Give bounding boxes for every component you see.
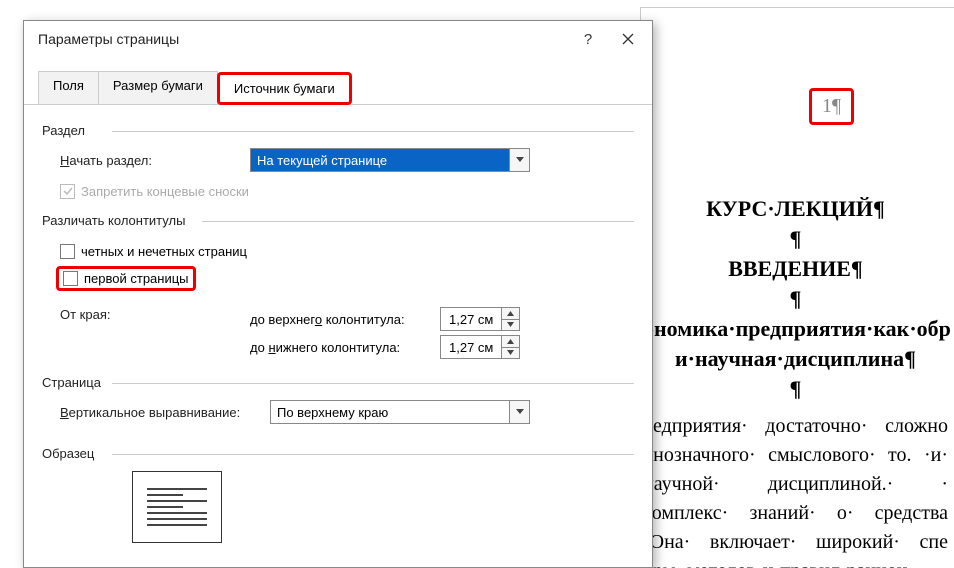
checkbox-box — [60, 184, 75, 199]
help-button[interactable]: ? — [568, 23, 608, 55]
chevron-down-icon — [509, 401, 529, 423]
doc-pilcrow-2: ¶ — [643, 286, 948, 312]
footer-distance-label: до нижнего колонтитула: — [250, 340, 440, 355]
valign-row: Вертикальное выравнивание: По верхнему к… — [60, 400, 634, 424]
group-preview: Образец — [42, 446, 634, 461]
section-start-label: Начать раздел: — [60, 153, 250, 168]
section-start-row: Начать раздел: На текущей странице — [60, 148, 634, 172]
spin-down-button[interactable] — [502, 348, 519, 359]
first-page-checkbox[interactable]: первой страницы — [63, 271, 189, 286]
odd-even-label: четных и нечетных страниц — [81, 244, 247, 259]
section-start-value: На текущей странице — [251, 149, 509, 171]
header-distance-input[interactable] — [441, 308, 501, 330]
doc-heading-3a: ономика·предприятия·как·обр — [643, 316, 948, 342]
check-icon — [63, 184, 73, 199]
group-section: Раздел — [42, 123, 634, 138]
suppress-endnotes-checkbox: Запретить концевые сноски — [60, 184, 249, 199]
chevron-down-icon — [509, 149, 529, 171]
page-number: 1¶ — [822, 95, 841, 117]
document-page: 1¶ КУРС·ЛЕКЦИЙ¶ ¶ ВВЕДЕНИЕ¶ ¶ ономика·пр… — [640, 7, 954, 568]
group-headers: Различать колонтитулы — [42, 213, 634, 228]
doc-heading-3b: и·научная·дисциплина¶ — [643, 346, 948, 372]
valign-label: Вертикальное выравнивание: — [60, 405, 270, 420]
header-distance-row: до верхнего колонтитула: — [250, 307, 520, 331]
spin-down-button[interactable] — [502, 320, 519, 331]
spin-up-button[interactable] — [502, 308, 519, 320]
page-number-highlight: 1¶ — [809, 88, 854, 125]
valign-value: По верхнему краю — [271, 405, 509, 420]
from-edge-label: От края: — [60, 303, 250, 322]
footer-distance-spinner[interactable] — [440, 335, 520, 359]
doc-pilcrow-1: ¶ — [643, 226, 948, 252]
header-distance-label: до верхнего колонтитула: — [250, 312, 440, 327]
footer-distance-row: до нижнего колонтитула: — [250, 335, 520, 359]
spin-up-button[interactable] — [502, 336, 519, 348]
tab-fields[interactable]: Поля — [38, 71, 99, 104]
doc-pilcrow-3: ¶ — [643, 376, 948, 402]
odd-even-checkbox[interactable]: четных и нечетных страниц — [60, 244, 247, 259]
tab-paper-source[interactable]: Источник бумаги — [217, 72, 352, 105]
document-content: КУРС·ЛЕКЦИЙ¶ ¶ ВВЕДЕНИЕ¶ ¶ ономика·предп… — [641, 196, 954, 568]
spinner-group: до верхнего колонтитула: до нижнего коло… — [250, 303, 520, 363]
dialog-titlebar: Параметры страницы ? — [24, 21, 652, 57]
checkbox-box — [63, 271, 78, 286]
first-page-label: первой страницы — [84, 271, 189, 286]
spinner-buttons — [501, 308, 519, 330]
checkbox-box — [60, 244, 75, 259]
tab-bar: Поля Размер бумаги Источник бумаги — [24, 65, 652, 105]
doc-heading-2: ВВЕДЕНИЕ¶ — [643, 256, 948, 282]
from-edge-row: От края: до верхнего колонтитула: до ниж… — [60, 303, 634, 363]
doc-heading-1: КУРС·ЛЕКЦИЙ¶ — [643, 196, 948, 222]
footer-distance-input[interactable] — [441, 336, 501, 358]
page-preview — [132, 471, 222, 543]
header-distance-spinner[interactable] — [440, 307, 520, 331]
suppress-endnotes-label: Запретить концевые сноски — [81, 184, 249, 199]
first-page-highlight: первой страницы — [56, 266, 196, 291]
group-page: Страница — [42, 375, 634, 390]
page-setup-dialog: Параметры страницы ? Поля Размер бумаги … — [23, 20, 653, 568]
valign-select[interactable]: По верхнему краю — [270, 400, 530, 424]
close-icon — [622, 33, 634, 45]
dialog-title: Параметры страницы — [38, 31, 568, 47]
close-button[interactable] — [608, 23, 648, 55]
spinner-buttons — [501, 336, 519, 358]
tab-paper-size[interactable]: Размер бумаги — [98, 71, 218, 104]
dialog-body: Раздел Начать раздел: На текущей страниц… — [24, 105, 652, 555]
section-start-select[interactable]: На текущей странице — [250, 148, 530, 172]
doc-body-text: редприятия· достаточно· сложно днозначно… — [643, 412, 948, 568]
